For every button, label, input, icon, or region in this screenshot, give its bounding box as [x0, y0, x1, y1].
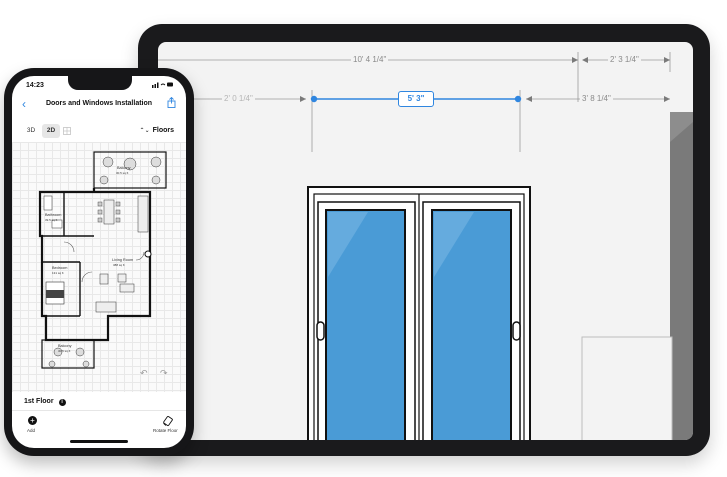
- dimension-left-offset: 2' 0 1/4": [222, 94, 255, 104]
- tablet-screen: 10' 4 1/4" 2' 3 1/4" 2' 0 1/4" 5' 3" 3' …: [158, 42, 693, 440]
- share-icon[interactable]: [167, 97, 176, 108]
- add-label: Add: [27, 428, 36, 433]
- room-label-bathroom: Bathroom: [45, 213, 62, 217]
- info-icon[interactable]: i: [58, 399, 66, 406]
- floor-plan-drawing: [38, 151, 167, 369]
- redo-icon[interactable]: ↷: [160, 368, 168, 379]
- room-label-bedroom: Bedroom: [52, 266, 68, 270]
- room-area-balcony-top: 30.5 sq ft: [116, 171, 129, 175]
- view-3d-toggle[interactable]: 3D: [22, 124, 40, 138]
- status-icons: [152, 81, 174, 90]
- dimension-right-offset: 3' 8 1/4": [580, 94, 613, 104]
- room-area-balcony-bottom: 30.5 sq ft: [58, 349, 71, 353]
- grid-icon[interactable]: [63, 127, 71, 135]
- current-floor: 1st Floor i: [24, 398, 66, 406]
- floors-label: Floors: [152, 127, 174, 134]
- room-area-bathroom: 39.5 sq ft: [45, 218, 58, 222]
- rotate-icon[interactable]: [162, 415, 174, 427]
- sliding-door[interactable]: [307, 186, 531, 440]
- left-door-handle: [316, 321, 325, 341]
- rotate-floor-label: Rotate Floor: [153, 428, 178, 433]
- room-label-balcony-bottom: Balcony: [58, 344, 72, 348]
- floor-plan-canvas[interactable]: Balcony 30.5 sq ft Bathroom 39.5 sq ft B…: [12, 142, 186, 392]
- room-label-balcony-top: Balcony: [117, 166, 131, 170]
- selected-dimension-value[interactable]: 5' 3": [398, 91, 434, 107]
- right-door-handle: [512, 321, 521, 341]
- back-chevron-icon[interactable]: ‹: [22, 97, 26, 111]
- home-indicator[interactable]: [70, 440, 128, 443]
- adjacent-wall-box: [581, 336, 673, 440]
- add-button[interactable]: +: [28, 416, 37, 425]
- dimension-top-right: 2' 3 1/4": [608, 55, 641, 65]
- room-area-bedroom: 131 sq ft: [52, 271, 64, 275]
- floors-selector[interactable]: ⌃⌄ Floors: [140, 127, 174, 134]
- bottom-divider: [12, 410, 186, 411]
- view-2d-toggle[interactable]: 2D: [42, 124, 60, 138]
- floor-name: 1st Floor: [24, 398, 54, 405]
- room-area-living-room: 388 sq ft: [113, 263, 125, 267]
- status-time: 14:23: [26, 82, 44, 89]
- chevron-updown-icon: ⌃⌄: [139, 128, 150, 134]
- nav-title: Doors and Windows Installation: [45, 100, 153, 107]
- dimension-top-total: 10' 4 1/4": [351, 55, 389, 65]
- undo-icon[interactable]: ↶: [140, 368, 148, 379]
- phone-notch: [68, 76, 132, 90]
- room-label-living-room: Living Room: [112, 258, 134, 262]
- phone-screen: 14:23 ‹ Doors and Windows Installation 3…: [12, 76, 186, 448]
